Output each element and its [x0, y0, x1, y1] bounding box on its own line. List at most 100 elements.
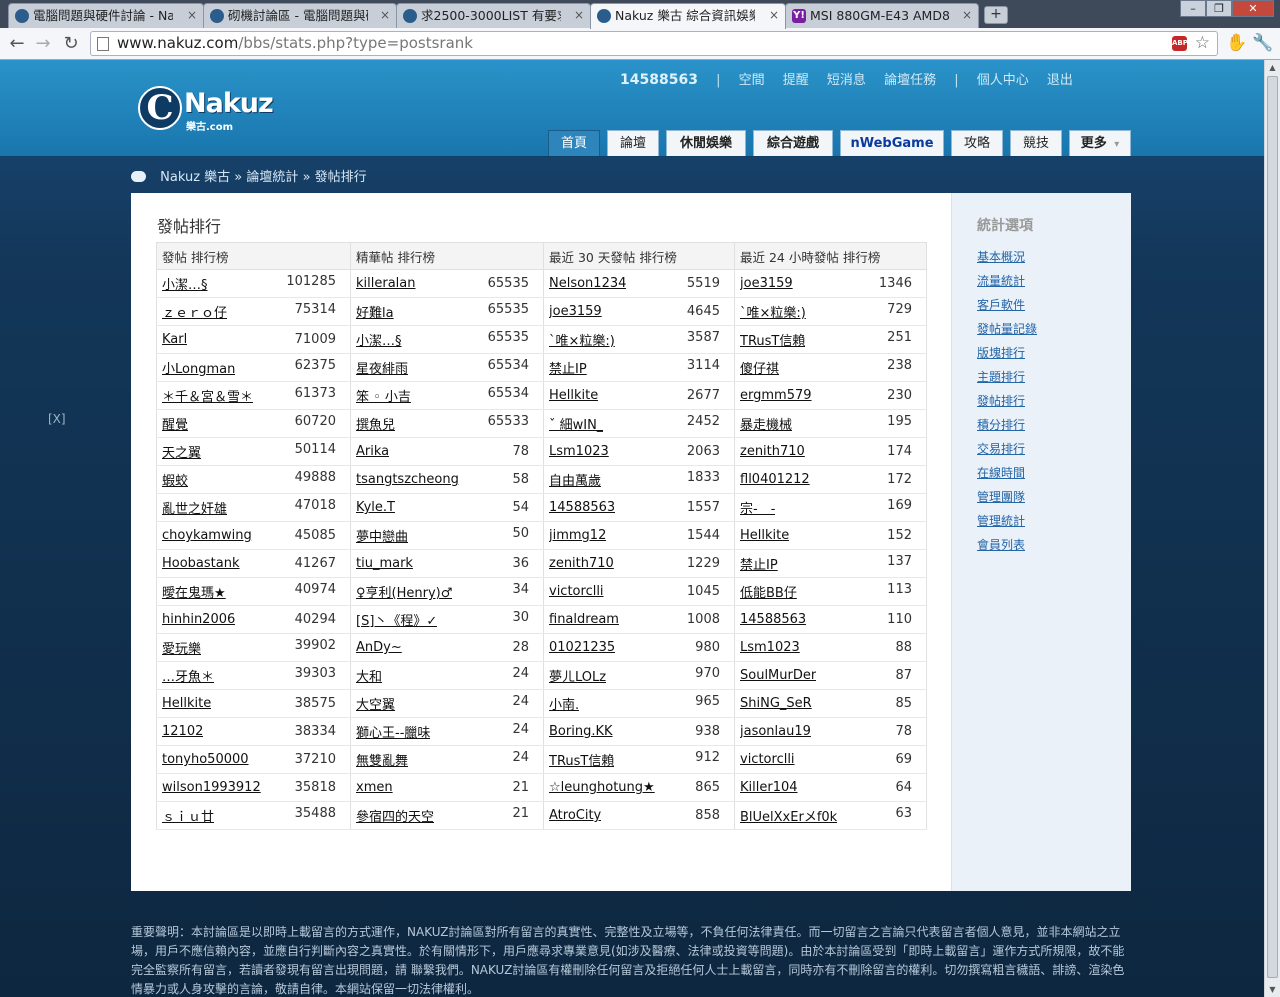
user-link[interactable]: 亂世之奸雄 — [162, 498, 227, 517]
user-link[interactable]: 醒覺 — [162, 414, 188, 433]
nav-nwebgame[interactable]: nWebGame — [840, 130, 944, 156]
nav-esports[interactable]: 競技 — [1010, 130, 1062, 156]
user-link[interactable]: 獅心王--臘味 — [356, 722, 430, 741]
user-link[interactable]: 大空翼 — [356, 694, 395, 713]
user-link[interactable]: Boring.KK — [549, 724, 613, 739]
user-link[interactable]: 好難la — [356, 302, 394, 321]
user-link[interactable]: 自由萬歲 — [549, 470, 601, 489]
nav-guides[interactable]: 攻略 — [951, 130, 1003, 156]
new-tab-button[interactable]: + — [984, 6, 1008, 24]
wrench-menu-icon[interactable]: 🔧 — [1252, 33, 1273, 53]
user-link[interactable]: zenith710 — [740, 444, 805, 459]
nav-home[interactable]: 首頁 — [548, 130, 600, 157]
page-scrollbar[interactable]: ▲ ▼ — [1264, 60, 1280, 997]
nav-leisure[interactable]: 休閒娛樂 — [666, 130, 746, 156]
close-tab-icon[interactable]: × — [187, 4, 197, 27]
url-text[interactable]: www.nakuz.com/bbs/stats.php?type=postsra… — [117, 32, 473, 55]
nav-forum[interactable]: 論壇 — [607, 130, 659, 156]
messages-link[interactable]: 短消息 — [827, 73, 866, 88]
adblock-icon[interactable]: ABP — [1172, 36, 1188, 51]
user-link[interactable]: tonyho50000 — [162, 752, 249, 767]
user-link[interactable]: victorclli — [740, 752, 795, 767]
sidebar-item-client[interactable]: 客戶軟件 — [977, 296, 1025, 313]
user-link[interactable]: ergmm579 — [740, 388, 812, 403]
reload-button[interactable]: ↻ — [60, 33, 82, 55]
user-link[interactable]: …牙魚＊ — [162, 666, 214, 685]
sidebar-item-trade-rank[interactable]: 交易排行 — [977, 440, 1025, 457]
scrollbar-thumb[interactable] — [1267, 76, 1278, 978]
forum-tasks-link[interactable]: 論壇任務 — [884, 73, 936, 88]
user-link[interactable]: Hellkite — [549, 388, 598, 403]
user-link[interactable]: TRusT信賴 — [740, 330, 805, 349]
browser-tab[interactable]: 砌機討論區 - 電腦問題與硬 × — [203, 3, 397, 28]
user-link[interactable]: 蝦蛟 — [162, 470, 188, 489]
user-link[interactable]: joe3159 — [740, 276, 793, 291]
user-link[interactable]: 小Longman — [162, 358, 235, 377]
user-link[interactable]: 夢中戀曲 — [356, 526, 408, 545]
close-tab-icon[interactable]: × — [962, 4, 972, 27]
user-link[interactable]: jimmg12 — [549, 528, 606, 543]
sidebar-item-post-log[interactable]: 發帖量記錄 — [977, 320, 1037, 337]
close-tab-icon[interactable]: × — [574, 4, 584, 27]
user-link[interactable]: Killer104 — [740, 780, 798, 795]
user-link[interactable]: Karl — [162, 332, 187, 347]
user-link[interactable]: 夢ㄦLOLz — [549, 666, 606, 685]
user-link[interactable]: 大和 — [356, 666, 382, 685]
user-link[interactable]: Hellkite — [740, 528, 789, 543]
user-link[interactable]: 小潔…§ — [162, 274, 208, 293]
personal-center-link[interactable]: 個人中心 — [977, 73, 1029, 88]
user-link[interactable]: 星夜緋雨 — [356, 358, 408, 377]
minimize-button[interactable]: – — [1180, 0, 1206, 17]
user-link[interactable]: ShiNG_SeR — [740, 696, 812, 711]
user-link[interactable]: Lsm1023 — [740, 640, 800, 655]
user-link[interactable]: 曖在鬼瑪★ — [162, 582, 226, 601]
user-link[interactable]: Nelson1234 — [549, 276, 626, 291]
user-link[interactable]: finaldream — [549, 612, 619, 627]
user-link[interactable]: 愛玩樂 — [162, 638, 201, 657]
user-link[interactable]: 禁止IP — [740, 554, 778, 573]
browser-tab-active[interactable]: Nakuz 樂古 綜合資訊娛樂 × — [590, 3, 786, 29]
user-link[interactable]: Kyle.T — [356, 500, 395, 515]
close-window-button[interactable]: ✕ — [1232, 0, 1274, 17]
user-link[interactable]: jasonlau19 — [740, 724, 811, 739]
sidebar-item-admin-team[interactable]: 管理團隊 — [977, 488, 1025, 505]
user-link[interactable]: 小潔…§ — [356, 330, 402, 349]
space-link[interactable]: 空間 — [739, 73, 765, 88]
user-link[interactable]: ˇ 細wIN_ — [549, 414, 603, 433]
user-link[interactable]: TRusT信賴 — [549, 750, 614, 769]
user-link[interactable]: choykamwing — [162, 528, 252, 543]
extension-icon[interactable]: ✋ — [1226, 33, 1247, 53]
user-link[interactable]: AnDy~ — [356, 640, 402, 655]
user-link[interactable]: 小南. — [549, 694, 579, 713]
address-bar[interactable]: www.nakuz.com/bbs/stats.php?type=postsra… — [90, 31, 1218, 56]
user-link[interactable]: Hoobastank — [162, 556, 240, 571]
user-link[interactable]: ｓｉｕ廿 — [162, 806, 214, 825]
user-link[interactable]: 01021235 — [549, 640, 615, 655]
user-link[interactable]: wilson1993912 — [162, 780, 261, 795]
scroll-up-icon[interactable]: ▲ — [1265, 60, 1280, 75]
browser-tab[interactable]: Y! MSI 880GM-E43 AMD880 × — [785, 3, 979, 28]
user-link[interactable]: hinhin2006 — [162, 612, 235, 627]
user-link[interactable]: zenith710 — [549, 556, 614, 571]
close-tab-icon[interactable]: × — [769, 4, 779, 27]
sidebar-item-forum-rank[interactable]: 版塊排行 — [977, 344, 1025, 361]
breadcrumb-home[interactable]: Nakuz 樂古 — [160, 170, 230, 185]
nav-more[interactable]: 更多 ▾ — [1069, 130, 1131, 156]
user-link[interactable]: 暴走機械 — [740, 414, 792, 433]
sidebar-item-online-time[interactable]: 在線時間 — [977, 464, 1025, 481]
bookmark-star-icon[interactable]: ☆ — [1195, 33, 1210, 53]
user-link[interactable]: [S]丶《程》✓ — [356, 610, 437, 629]
sidebar-item-admin-stats[interactable]: 管理統計 — [977, 512, 1025, 529]
forward-button[interactable]: → — [32, 33, 54, 55]
user-link[interactable]: 宗- - — [740, 498, 775, 517]
user-link[interactable]: `唯×粒樂:) — [740, 302, 806, 321]
user-link[interactable]: `唯×粒樂:) — [549, 330, 615, 349]
user-link[interactable]: Arika — [356, 444, 389, 459]
user-link[interactable]: Lsm1023 — [549, 444, 609, 459]
user-id-link[interactable]: 14588563 — [620, 72, 698, 88]
user-link[interactable]: fll0401212 — [740, 472, 810, 487]
browser-tab[interactable]: 電腦問題與硬件討論 - Naku × — [8, 3, 204, 28]
user-link[interactable]: BlUelXxErメf0k — [740, 806, 837, 825]
logout-link[interactable]: 退出 — [1047, 73, 1073, 88]
user-link[interactable]: 無雙亂舞 — [356, 750, 408, 769]
